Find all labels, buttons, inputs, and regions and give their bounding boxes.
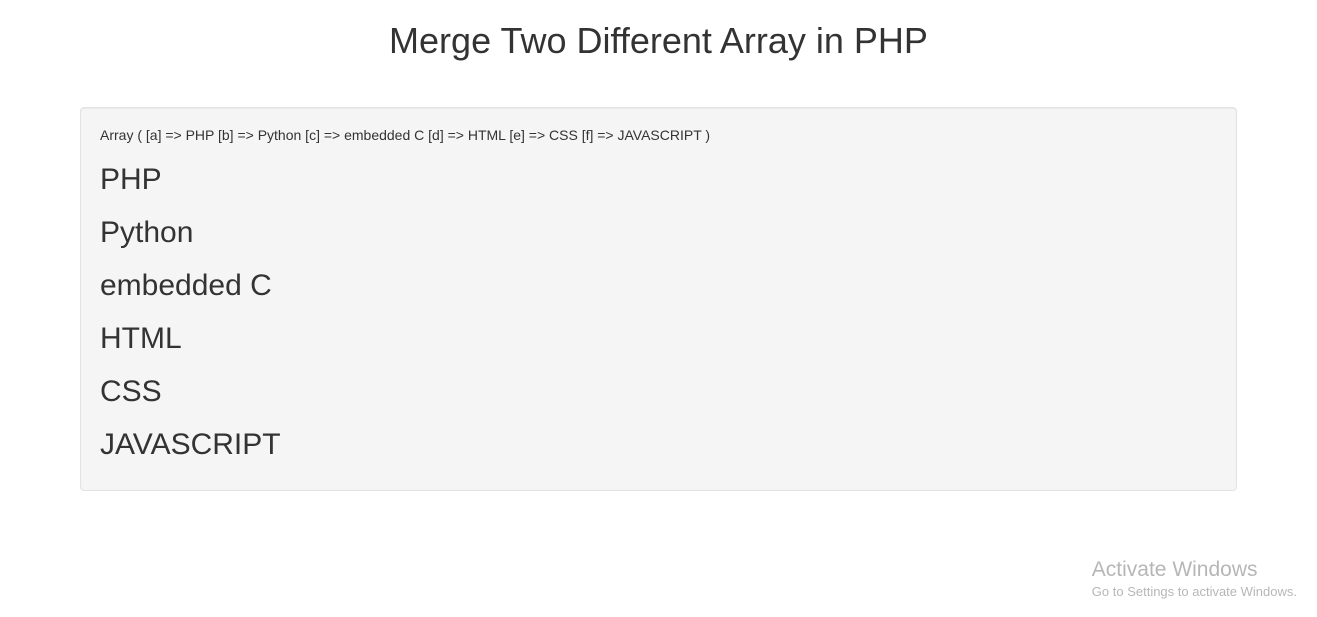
array-item: CSS bbox=[100, 375, 1217, 408]
output-well: Array ( [a] => PHP [b] => Python [c] => … bbox=[80, 107, 1237, 491]
array-item: HTML bbox=[100, 322, 1217, 355]
array-print-output: Array ( [a] => PHP [b] => Python [c] => … bbox=[100, 127, 1217, 143]
array-item: embedded C bbox=[100, 269, 1217, 302]
watermark-subtitle: Go to Settings to activate Windows. bbox=[1092, 584, 1297, 599]
page-title: Merge Two Different Array in PHP bbox=[0, 0, 1317, 72]
array-item: JAVASCRIPT bbox=[100, 428, 1217, 461]
windows-activation-watermark: Activate Windows Go to Settings to activ… bbox=[1092, 558, 1297, 599]
array-item: Python bbox=[100, 216, 1217, 249]
watermark-title: Activate Windows bbox=[1092, 558, 1297, 582]
array-item: PHP bbox=[100, 163, 1217, 196]
